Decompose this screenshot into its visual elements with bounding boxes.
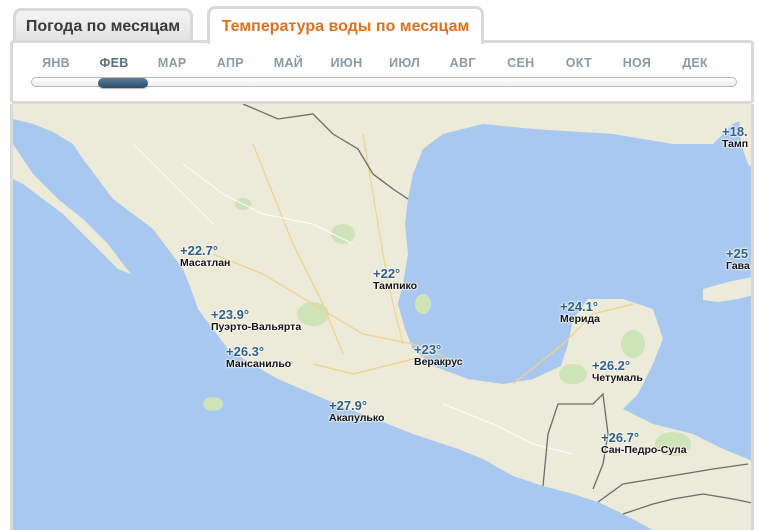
month-jun[interactable]: ИЮН (317, 56, 375, 70)
marker-veracruz[interactable]: +23° Веракрус (414, 343, 463, 368)
temp-label: +24.1° (560, 299, 599, 314)
city-label: Тампико (373, 280, 418, 292)
marker-mazatlan[interactable]: +22.7° Масатлан (180, 244, 230, 269)
temp-label: +22° (373, 266, 401, 281)
month-may[interactable]: МАЙ (259, 56, 317, 70)
month-jan[interactable]: ЯНВ (27, 56, 85, 70)
temp-label: +26.3° (226, 344, 265, 359)
marker-havana[interactable]: +25 Гава (726, 247, 750, 272)
tab-water-temperature[interactable]: Температура воды по месяцам (207, 6, 484, 44)
temp-label: +26.2° (592, 358, 631, 373)
marker-san-pedro-sula[interactable]: +26.7° Сан-Педро-Сула (601, 431, 687, 456)
city-label: Веракрус (414, 356, 463, 368)
month-jul[interactable]: ИЮЛ (376, 56, 434, 70)
temp-label: +25 (726, 246, 749, 261)
temp-label: +22.7° (180, 243, 219, 258)
marker-acapulco[interactable]: +27.9° Акапулько (329, 399, 384, 424)
city-label: Мансанильо (226, 358, 292, 370)
temp-label: +18. (722, 124, 748, 139)
marker-chetumal[interactable]: +26.2° Четумаль (592, 359, 643, 384)
month-sep[interactable]: СЕН (492, 56, 550, 70)
map-canvas (13, 104, 751, 530)
month-selector-panel: ЯНВ ФЕВ МАР АПР МАЙ ИЮН ИЮЛ АВГ СЕН ОКТ … (10, 40, 754, 104)
marker-puerto-vallarta[interactable]: +23.9° Пуэрто-Вальярта (211, 308, 301, 333)
city-label: Тамп (722, 138, 749, 150)
city-label: Мерида (560, 313, 600, 325)
month-list: ЯНВ ФЕВ МАР АПР МАЙ ИЮН ИЮЛ АВГ СЕН ОКТ … (27, 56, 747, 70)
month-mar[interactable]: МАР (143, 56, 201, 70)
tab-monthly-weather[interactable]: Погода по месяцам (13, 8, 193, 42)
temp-label: +26.7° (601, 430, 640, 445)
month-apr[interactable]: АПР (201, 56, 259, 70)
map[interactable]: +22.7° Масатлан +22° Тампико +23.9° Пуэр… (10, 104, 754, 530)
month-feb[interactable]: ФЕВ (85, 56, 143, 70)
city-label: Пуэрто-Вальярта (211, 321, 302, 333)
month-oct[interactable]: ОКТ (550, 56, 608, 70)
marker-manzanillo[interactable]: +26.3° Мансанильо (226, 345, 291, 370)
city-label: Акапулько (329, 412, 385, 424)
marker-tampico[interactable]: +22° Тампико (373, 267, 417, 292)
city-label: Гава (726, 260, 750, 272)
month-dec[interactable]: ДЕК (666, 56, 724, 70)
city-label: Масатлан (180, 257, 231, 269)
month-slider-handle[interactable] (98, 78, 148, 88)
marker-tampa[interactable]: +18. Тамп (722, 125, 748, 150)
marker-merida[interactable]: +24.1° Мерида (560, 300, 600, 325)
month-nov[interactable]: НОЯ (608, 56, 666, 70)
month-aug[interactable]: АВГ (434, 56, 492, 70)
temp-label: +23° (414, 342, 442, 357)
city-label: Сан-Педро-Сула (601, 444, 687, 456)
temp-label: +27.9° (329, 398, 368, 413)
temp-label: +23.9° (211, 307, 250, 322)
city-label: Четумаль (592, 372, 643, 384)
